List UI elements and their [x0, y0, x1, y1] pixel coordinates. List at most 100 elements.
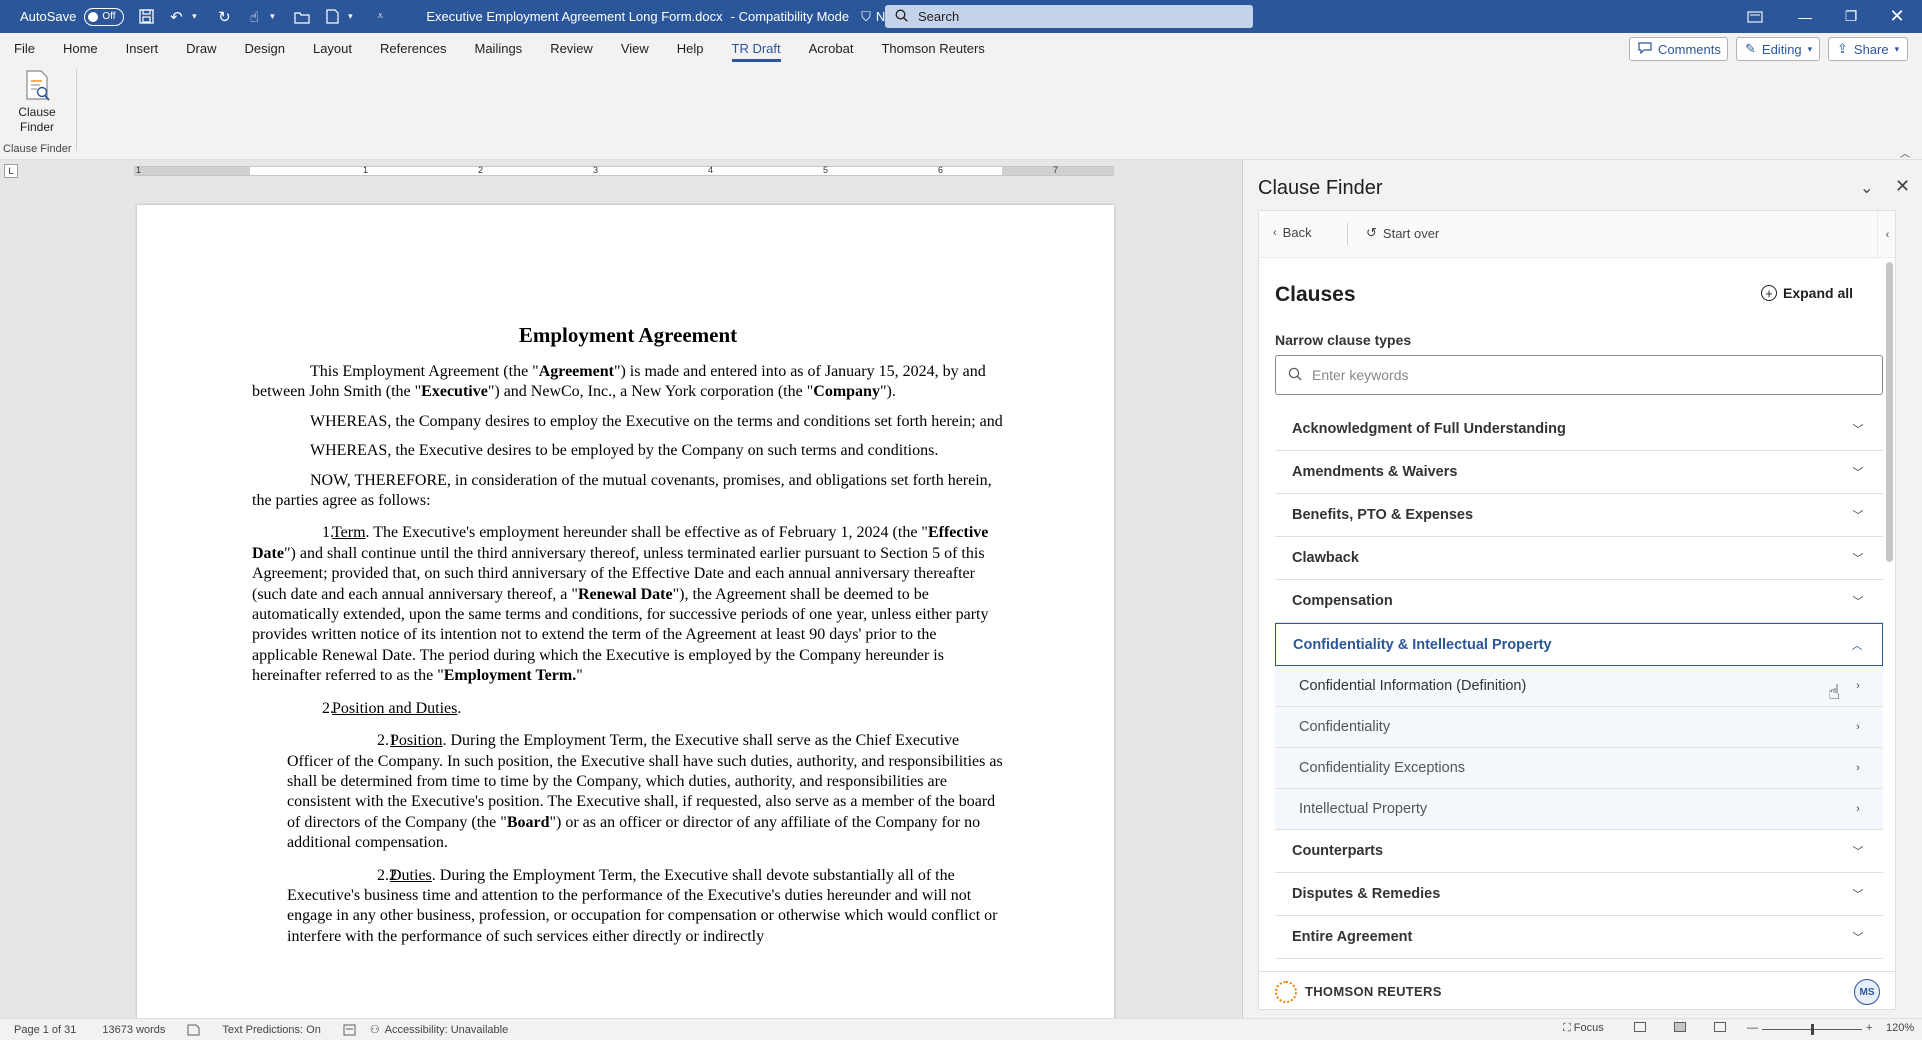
autosave[interactable]: AutoSave Off: [20, 7, 125, 26]
pdf-icon[interactable]: [324, 9, 340, 25]
status-bar: Page 1 of 31 13673 words Text Prediction…: [0, 1018, 1922, 1040]
collapse-ribbon-icon[interactable]: ︿: [1900, 145, 1910, 160]
ruler-number: 7: [1053, 165, 1059, 175]
tab-mailings[interactable]: Mailings: [461, 33, 537, 65]
page-count[interactable]: Page 1 of 31: [14, 1024, 76, 1036]
tab-view[interactable]: View: [607, 33, 663, 65]
comments-button[interactable]: Comments: [1629, 37, 1728, 61]
clauses-scroll-area[interactable]: Clauses + Expand all Narrow clause types…: [1259, 258, 1895, 971]
print-layout-icon[interactable]: [1674, 1022, 1686, 1035]
autosave-toggle[interactable]: Off: [84, 7, 125, 26]
pdf-dropdown-icon[interactable]: ▾: [342, 9, 358, 25]
zoom-level[interactable]: 120%: [1886, 1022, 1914, 1034]
tab-review[interactable]: Review: [536, 33, 607, 65]
clause-category[interactable]: Amendments & Waivers ﹀: [1275, 451, 1883, 494]
word-count[interactable]: 13673 words: [102, 1024, 165, 1036]
ruler-number: 2: [478, 165, 484, 175]
chevron-down-icon: ﹀: [1852, 510, 1864, 522]
ruler-number: 1: [363, 165, 369, 175]
chevron-down-icon: ▾: [1807, 43, 1813, 54]
tab-file[interactable]: File: [0, 33, 49, 65]
zoom-in-icon[interactable]: +: [1866, 1022, 1872, 1034]
read-mode-icon[interactable]: [1634, 1022, 1646, 1035]
redo-icon[interactable]: ↻: [216, 9, 232, 26]
macro-icon[interactable]: [343, 1024, 356, 1036]
share-button[interactable]: ⇪ Share ▾: [1828, 37, 1908, 61]
clause-finder-button[interactable]: Clause Finder: [8, 69, 66, 141]
clause-category[interactable]: Disputes & Remedies ﹀: [1275, 873, 1883, 916]
clause-subitem[interactable]: Confidential Information (Definition) ›: [1275, 666, 1883, 707]
undo-dropdown-icon[interactable]: ▾: [186, 9, 202, 25]
tab-acrobat[interactable]: Acrobat: [795, 33, 868, 65]
document-page[interactable]: Employment Agreement This Employment Agr…: [137, 205, 1114, 1018]
document-body[interactable]: Employment Agreement This Employment Agr…: [252, 323, 1004, 956]
title-bar: AutoSave Off ↶ ▾ ↻ ☝ ▾ ▾ ⩡ Executive Emp…: [0, 0, 1922, 33]
chevron-right-icon: ›: [1856, 680, 1860, 692]
ruler-number: 6: [938, 165, 944, 175]
tab-help[interactable]: Help: [663, 33, 718, 65]
tab-insert[interactable]: Insert: [112, 33, 173, 65]
clause-category[interactable]: Compensation ﹀: [1275, 580, 1883, 623]
open-folder-icon[interactable]: [294, 9, 310, 25]
tab-thomson-reuters[interactable]: Thomson Reuters: [867, 33, 998, 65]
side-panel-toggle-icon[interactable]: ‹: [1877, 211, 1895, 258]
clause-category-list: Acknowledgment of Full Understanding ﹀ Am…: [1275, 408, 1883, 959]
back-button[interactable]: ‹ Back: [1273, 225, 1312, 240]
clause-category[interactable]: Clawback ﹀: [1275, 537, 1883, 580]
tab-references[interactable]: References: [366, 33, 460, 65]
whereas-paragraph: WHEREAS, the Executive desires to be emp…: [310, 442, 939, 460]
autosave-label: AutoSave: [20, 9, 77, 24]
focus-mode-button[interactable]: ⛶ Focus: [1563, 1022, 1604, 1035]
horizontal-ruler[interactable]: 1 1 2 3 4 5 6 7: [134, 165, 1114, 176]
clause-category-expanded[interactable]: Confidentiality & Intellectual Property ︿: [1275, 623, 1883, 666]
zoom-slider-thumb[interactable]: [1811, 1024, 1814, 1035]
chevron-down-icon: ▾: [1894, 43, 1900, 54]
clause-subitem[interactable]: Intellectual Property ›: [1275, 789, 1883, 830]
document-area[interactable]: L 1 1 2 3 4 5 6 7 Employment Agreement T…: [0, 160, 1242, 1018]
restore-icon[interactable]: ❐: [1828, 0, 1874, 33]
ruler-number: 4: [708, 165, 714, 175]
start-over-button[interactable]: ↺ Start over: [1366, 225, 1439, 241]
keyword-search-field[interactable]: [1275, 355, 1883, 395]
pane-footer: THOMSON REUTERS MS: [1259, 971, 1895, 1009]
editing-mode-button[interactable]: ✎ Editing ▾: [1736, 37, 1820, 61]
minimize-icon[interactable]: —: [1782, 0, 1828, 33]
zoom-out-icon[interactable]: —: [1747, 1022, 1758, 1034]
tab-layout[interactable]: Layout: [299, 33, 366, 65]
save-icon[interactable]: [138, 9, 154, 25]
tab-draw[interactable]: Draw: [172, 33, 230, 65]
clause-category[interactable]: Acknowledgment of Full Understanding ﹀: [1275, 408, 1883, 451]
chevron-down-icon: ﹀: [1852, 889, 1864, 901]
chevron-down-icon: ﹀: [1852, 932, 1864, 944]
clause-subitem[interactable]: Confidentiality ›: [1275, 707, 1883, 748]
now-therefore-paragraph: NOW, THEREFORE, in consideration of the …: [252, 471, 992, 510]
undo-icon[interactable]: ↶: [168, 9, 184, 26]
tab-home[interactable]: Home: [49, 33, 112, 65]
clause-category[interactable]: Entire Agreement ﹀: [1275, 916, 1883, 959]
customize-qat-icon[interactable]: ⩡: [372, 9, 388, 25]
close-icon[interactable]: ✕: [1874, 0, 1920, 33]
clause-subitem[interactable]: Confidentiality Exceptions ›: [1275, 748, 1883, 789]
text-predictions[interactable]: Text Predictions: On: [222, 1024, 320, 1036]
comment-icon: [1638, 41, 1652, 57]
scrollbar[interactable]: [1886, 262, 1893, 562]
proofing-icon[interactable]: [187, 1024, 200, 1036]
tab-design[interactable]: Design: [231, 33, 299, 65]
touch-dropdown-icon[interactable]: ▾: [264, 9, 280, 25]
user-avatar[interactable]: MS: [1854, 979, 1880, 1005]
tab-selector[interactable]: L: [4, 164, 18, 178]
compatibility-mode: - Compatibility Mode: [730, 9, 850, 24]
pane-options-icon[interactable]: ⌄: [1860, 178, 1873, 198]
ribbon-display-icon[interactable]: [1732, 0, 1778, 33]
accessibility-status[interactable]: ⚇ Accessibility: Unavailable: [370, 1023, 508, 1037]
clause-category[interactable]: Benefits, PTO & Expenses ﹀: [1275, 494, 1883, 537]
pane-close-icon[interactable]: ✕: [1895, 176, 1910, 197]
keyword-search-input[interactable]: [1312, 367, 1852, 383]
web-layout-icon[interactable]: [1714, 1022, 1726, 1035]
expand-all-button[interactable]: + Expand all: [1761, 285, 1853, 301]
clause-category[interactable]: Counterparts ﹀: [1275, 830, 1883, 873]
ruler-number: 3: [593, 165, 599, 175]
touch-mode-icon[interactable]: ☝: [246, 9, 262, 26]
tab-tr-draft[interactable]: TR Draft: [718, 33, 795, 65]
search-box[interactable]: Search: [885, 5, 1253, 28]
